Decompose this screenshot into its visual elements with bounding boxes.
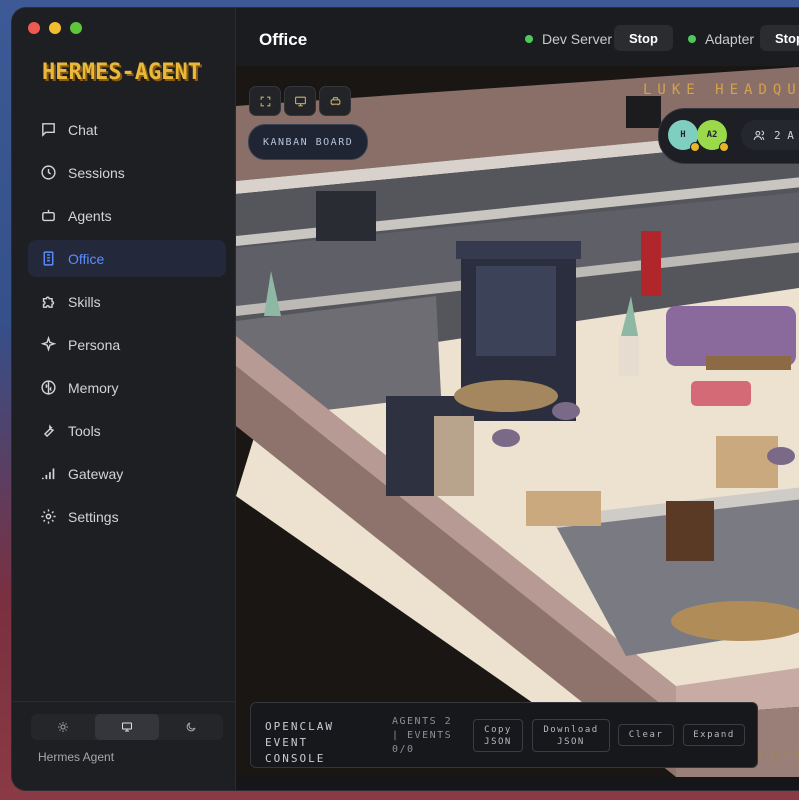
theme-light-button[interactable] xyxy=(31,714,95,740)
avatar[interactable]: H xyxy=(668,120,700,152)
console-stats-line: | EVENTS xyxy=(392,730,453,741)
sidebar-item-label: Settings xyxy=(68,508,119,525)
agent-count-badge: 2 A xyxy=(741,120,799,150)
clear-button[interactable]: Clear xyxy=(618,724,674,746)
console-title: OPENCLAW EVENT CONSOLE xyxy=(265,719,385,767)
dev-server-label: Dev Server xyxy=(542,31,613,47)
car-icon xyxy=(330,96,340,105)
main-panel: Office Dev Server Stop Adapter Stop xyxy=(236,8,799,790)
sidebar-item-label: Agents xyxy=(68,207,112,224)
copy-json-label: JSON xyxy=(484,736,512,747)
expand-icon xyxy=(260,96,270,106)
app-name-label: Hermes Agent xyxy=(38,750,115,764)
sidebar-footer: Hermes Agent xyxy=(12,701,235,790)
close-window-button[interactable] xyxy=(28,22,40,34)
event-console: OPENCLAW EVENT CONSOLE AGENTS 2 | EVENTS… xyxy=(250,702,758,768)
sidebar-item-persona[interactable]: Persona xyxy=(28,326,226,363)
avatar-initials: H xyxy=(680,130,686,140)
sidebar-item-label: Gateway xyxy=(68,465,124,482)
download-json-button[interactable]: Download JSON xyxy=(532,719,610,752)
sidebar-item-label: Memory xyxy=(68,379,119,396)
office-floor-render xyxy=(236,66,799,777)
app-window: HERMES-AGENT Chat Sessions Agents Office… xyxy=(12,8,799,790)
sidebar-item-settings[interactable]: Settings xyxy=(28,498,226,535)
sidebar-nav: Chat Sessions Agents Office Skills Perso… xyxy=(28,111,226,541)
moon-icon xyxy=(186,722,196,732)
monitor-view-button[interactable] xyxy=(284,86,316,116)
sidebar-item-label: Skills xyxy=(68,293,101,310)
sidebar-item-label: Sessions xyxy=(68,164,125,181)
dev-server-status: Dev Server xyxy=(525,31,612,47)
download-json-label: Download xyxy=(543,724,599,735)
headquarters-title: LUKE HEADQUA xyxy=(643,82,799,98)
adapter-status: Adapter xyxy=(688,31,754,47)
theme-dark-button[interactable] xyxy=(159,714,223,740)
sidebar: HERMES-AGENT Chat Sessions Agents Office… xyxy=(12,8,236,790)
sidebar-item-memory[interactable]: Memory xyxy=(28,369,226,406)
monitor-icon xyxy=(294,96,306,106)
kanban-board-button[interactable]: KANBAN BOARD xyxy=(248,124,369,160)
sidebar-item-office[interactable]: Office xyxy=(28,240,226,277)
office-3d-scene[interactable]: KANBAN BOARD LUKE HEADQUA H A2 2 A l-cli… xyxy=(236,66,799,777)
robot-icon xyxy=(42,209,55,222)
wrench-icon xyxy=(43,424,54,438)
building-icon xyxy=(43,251,54,266)
scene-hint-text: l-click xyxy=(758,750,799,761)
fullscreen-button[interactable] xyxy=(249,86,281,116)
dev-server-stop-button[interactable]: Stop xyxy=(614,25,673,51)
sidebar-item-label: Office xyxy=(68,250,105,267)
sparkle-icon xyxy=(40,336,57,352)
brain-icon xyxy=(41,380,56,395)
console-stats: AGENTS 2 | EVENTS 0/0 xyxy=(392,715,460,757)
agent-count-text: 2 A xyxy=(774,128,794,142)
dev-server-status-dot xyxy=(525,35,533,43)
sidebar-item-label: Persona xyxy=(68,336,121,353)
agent-status-pip xyxy=(719,142,729,152)
theme-system-button[interactable] xyxy=(95,714,159,740)
sidebar-item-skills[interactable]: Skills xyxy=(28,283,226,320)
avatar-initials: A2 xyxy=(706,130,718,140)
sidebar-item-chat[interactable]: Chat xyxy=(28,111,226,148)
agent-status-pip xyxy=(690,142,700,152)
copy-json-button[interactable]: Copy JSON xyxy=(473,719,523,752)
puzzle-icon xyxy=(42,296,55,308)
monitor-icon xyxy=(122,722,132,732)
sidebar-item-label: Chat xyxy=(68,121,98,138)
couch-view-button[interactable] xyxy=(319,86,351,116)
clock-icon xyxy=(41,165,56,180)
console-title-line: OPENCLAW EVENT xyxy=(265,720,334,749)
theme-switcher xyxy=(31,714,223,740)
zoom-window-button[interactable] xyxy=(70,22,82,34)
adapter-label: Adapter xyxy=(705,31,755,47)
users-icon xyxy=(753,130,765,140)
page-title: Office xyxy=(259,30,308,49)
adapter-stop-button[interactable]: Stop xyxy=(760,25,799,51)
chat-icon xyxy=(42,123,55,137)
sidebar-item-label: Tools xyxy=(68,422,101,439)
signal-icon xyxy=(41,468,55,480)
gear-icon xyxy=(41,509,56,524)
minimize-window-button[interactable] xyxy=(49,22,61,34)
sidebar-item-gateway[interactable]: Gateway xyxy=(28,455,226,492)
top-bar: Office Dev Server Stop Adapter Stop xyxy=(236,8,799,67)
console-stats-line: 0/0 xyxy=(392,744,415,755)
sidebar-item-tools[interactable]: Tools xyxy=(28,412,226,449)
window-controls xyxy=(28,22,82,34)
sidebar-item-sessions[interactable]: Sessions xyxy=(28,154,226,191)
copy-json-label: Copy xyxy=(484,724,512,735)
sidebar-item-agents[interactable]: Agents xyxy=(28,197,226,234)
app-logo: HERMES-AGENT xyxy=(42,60,201,85)
avatar[interactable]: A2 xyxy=(697,120,729,152)
download-json-label: JSON xyxy=(557,736,585,747)
console-title-line: CONSOLE xyxy=(265,752,326,765)
agents-status-pill[interactable]: H A2 2 A xyxy=(658,108,799,164)
console-stats-line: AGENTS 2 xyxy=(392,716,453,727)
sun-icon xyxy=(58,722,68,732)
expand-button[interactable]: Expand xyxy=(683,724,745,746)
adapter-status-dot xyxy=(688,35,696,43)
